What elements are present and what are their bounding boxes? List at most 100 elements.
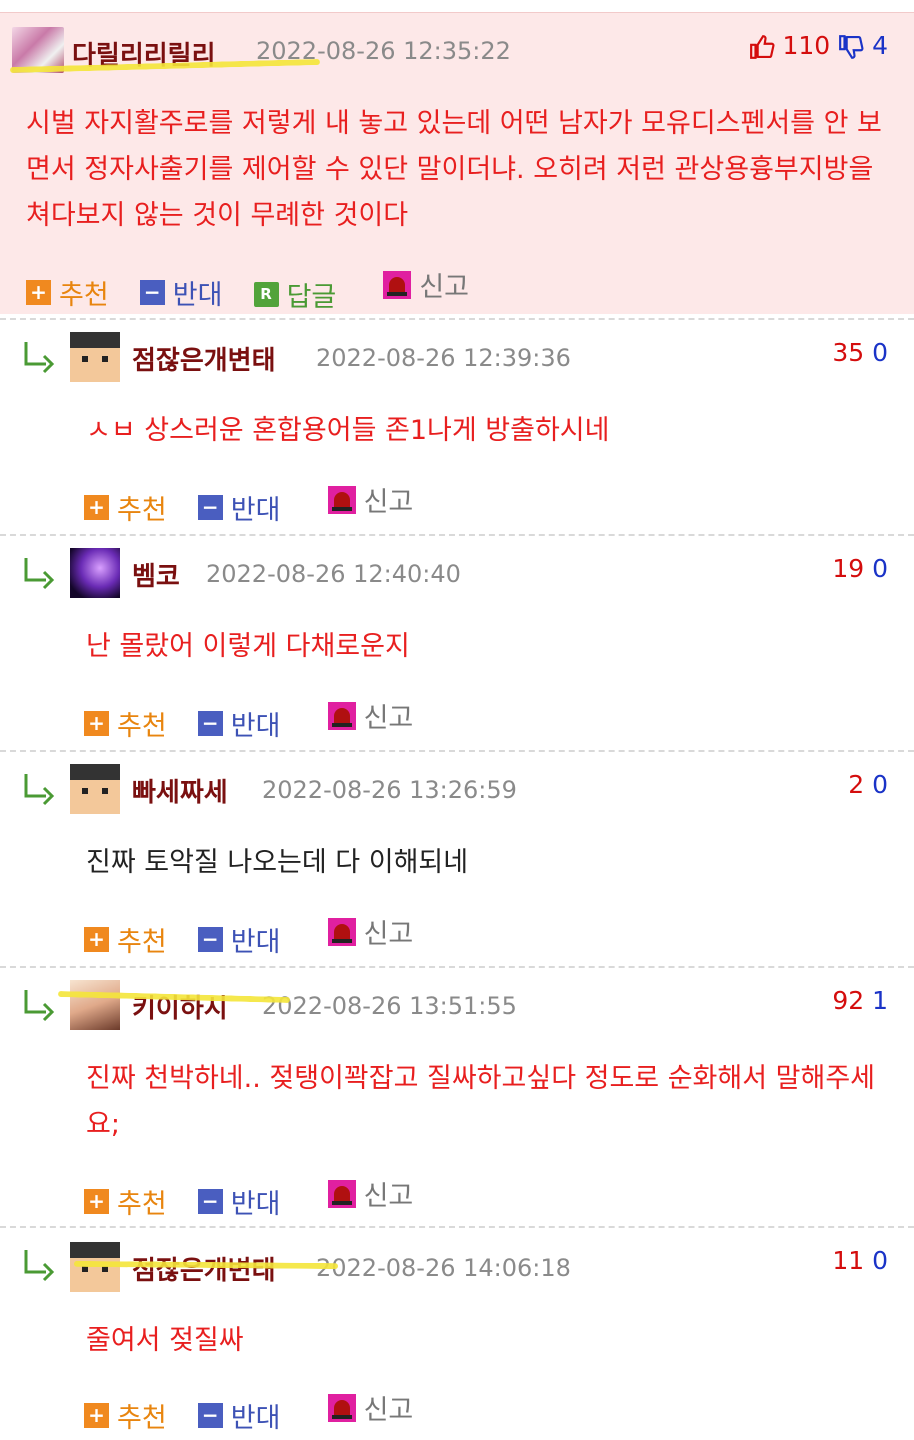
reply-button[interactable]: R 답글 — [253, 275, 337, 314]
like-count: 35 — [832, 338, 865, 367]
dislike-count: 4 — [872, 31, 888, 60]
comment-body: ㅅㅂ 상스러운 혼합용어들 존1나게 방출하시네 — [86, 415, 610, 446]
minus-icon: − — [197, 1402, 223, 1428]
recommend-label: 추천 — [117, 1188, 167, 1220]
comment-actions: + 추천 − 반대 R 답글 신고 — [26, 265, 495, 313]
report-label: 신고 — [419, 272, 470, 303]
reply-arrow-icon — [24, 774, 55, 806]
comment-date: 2022-08-26 13:26:59 — [262, 776, 517, 804]
recommend-button[interactable]: + 추천 — [84, 1182, 167, 1221]
report-button[interactable]: 신고 — [327, 480, 414, 519]
comment-author[interactable]: 빠세짜세 — [132, 772, 228, 809]
reply-comment: 점잖은개변태 2022-08-26 14:06:18 11 0 줄여서 젖질싸 … — [0, 1228, 914, 1440]
reply-comment: 키이하시 2022-08-26 13:51:55 92 1 진짜 천박하네.. … — [0, 968, 914, 1226]
comment-date: 2022-08-26 12:39:36 — [316, 344, 571, 372]
report-button[interactable]: 신고 — [327, 696, 414, 735]
recommend-label: 추천 — [117, 494, 167, 526]
recommend-button[interactable]: + 추천 — [84, 1396, 167, 1435]
comment-author[interactable]: 점잖은개변태 — [132, 1250, 276, 1287]
recommend-label: 추천 — [117, 710, 167, 742]
vote-scores: 19 0 — [832, 554, 888, 583]
dislike-count: 0 — [872, 554, 888, 583]
top-comment: 다릴리리릴리 2022-08-26 12:35:22 110 4 시벌 자지활주… — [0, 12, 914, 314]
dislike-count: 0 — [872, 770, 888, 799]
plus-icon: + — [26, 279, 51, 305]
recommend-button[interactable]: + 추천 — [84, 704, 167, 743]
report-button[interactable]: 신고 — [327, 1388, 414, 1427]
siren-icon — [327, 485, 356, 514]
siren-icon — [327, 701, 356, 730]
minus-icon: − — [197, 710, 223, 736]
minus-icon: − — [197, 1188, 223, 1214]
reply-comment: 빠세짜세 2022-08-26 13:26:59 2 0 진짜 토악질 나오는데… — [0, 752, 914, 966]
plus-icon: + — [84, 494, 109, 520]
like-count: 19 — [832, 554, 865, 583]
comment-author[interactable]: 벰코 — [132, 556, 180, 593]
oppose-label: 반대 — [230, 494, 281, 526]
comment-body: 줄여서 젖질싸 — [86, 1325, 244, 1356]
like-count: 11 — [832, 1246, 865, 1275]
recommend-label: 추천 — [117, 1402, 167, 1434]
report-label: 신고 — [363, 703, 414, 734]
oppose-label: 반대 — [230, 926, 281, 958]
vote-scores: 11 0 — [832, 1246, 888, 1275]
oppose-button[interactable]: − 반대 — [197, 1396, 281, 1435]
reply-comment: 벰코 2022-08-26 12:40:40 19 0 난 몰랐어 이렇게 다채… — [0, 536, 914, 750]
report-button[interactable]: 신고 — [327, 912, 414, 951]
siren-icon — [327, 1179, 356, 1208]
minus-icon: − — [139, 279, 165, 305]
reply-r-icon: R — [253, 281, 279, 307]
plus-icon: + — [84, 1188, 109, 1214]
oppose-button[interactable]: − 반대 — [197, 704, 281, 743]
minus-icon: − — [197, 494, 223, 520]
oppose-label: 반대 — [172, 279, 223, 311]
report-label: 신고 — [363, 487, 414, 518]
recommend-label: 추천 — [59, 279, 109, 311]
reply-label: 답글 — [286, 281, 337, 313]
comment-body: 시벌 자지활주로를 저렇게 내 놓고 있는데 어떤 남자가 모유디스펜서를 안 … — [26, 108, 882, 231]
reply-arrow-icon — [24, 990, 55, 1022]
avatar[interactable] — [70, 764, 120, 814]
report-label: 신고 — [363, 919, 414, 950]
thumbs-down-icon — [839, 35, 864, 59]
oppose-label: 반대 — [230, 710, 281, 742]
recommend-label: 추천 — [117, 926, 167, 958]
vote-scores: 92 1 — [832, 986, 888, 1015]
vote-scores: 2 0 — [848, 770, 888, 799]
comment-date: 2022-08-26 13:51:55 — [262, 992, 517, 1020]
comment-author[interactable]: 점잖은개변태 — [132, 340, 276, 377]
oppose-button[interactable]: − 반대 — [197, 1182, 280, 1221]
plus-icon: + — [84, 1402, 109, 1428]
oppose-button[interactable]: − 반대 — [197, 488, 281, 527]
comment-body: 난 몰랐어 이렇게 다채로운지 — [86, 631, 410, 662]
report-label: 신고 — [363, 1181, 414, 1212]
dislike-count: 0 — [872, 1246, 888, 1275]
report-label: 신고 — [363, 1395, 414, 1426]
comment-actions: + 추천 − 반대 신고 — [84, 1174, 439, 1220]
avatar[interactable] — [70, 548, 120, 598]
siren-icon — [327, 917, 356, 946]
avatar[interactable] — [70, 980, 120, 1030]
like-count: 110 — [782, 31, 831, 60]
comment-actions: + 추천 − 반대 신고 — [84, 480, 439, 526]
oppose-button[interactable]: − 반대 — [197, 920, 281, 959]
oppose-label: 반대 — [230, 1402, 281, 1434]
comment-date: 2022-08-26 12:40:40 — [206, 560, 461, 588]
vote-scores: 35 0 — [832, 338, 888, 367]
report-button[interactable]: 신고 — [327, 1174, 414, 1213]
plus-icon: + — [84, 926, 109, 952]
like-count: 92 — [832, 986, 865, 1015]
dislike-count: 0 — [872, 338, 888, 367]
recommend-button[interactable]: + 추천 — [26, 273, 109, 312]
comment-actions: + 추천 − 반대 신고 — [84, 1388, 439, 1434]
recommend-button[interactable]: + 추천 — [84, 488, 167, 527]
siren-icon — [383, 270, 412, 299]
comment-actions: + 추천 − 반대 신고 — [84, 696, 439, 742]
report-button[interactable]: 신고 — [383, 265, 469, 304]
thumbs-up-icon — [749, 35, 775, 59]
recommend-button[interactable]: + 추천 — [84, 920, 167, 959]
avatar[interactable] — [70, 332, 120, 382]
comment-body: 진짜 천박하네.. 젖탱이꽉잡고 질싸하고싶다 정도로 순화해서 말해주세요; — [86, 1063, 876, 1140]
reply-arrow-icon — [24, 1250, 55, 1282]
oppose-button[interactable]: − 반대 — [139, 273, 223, 312]
